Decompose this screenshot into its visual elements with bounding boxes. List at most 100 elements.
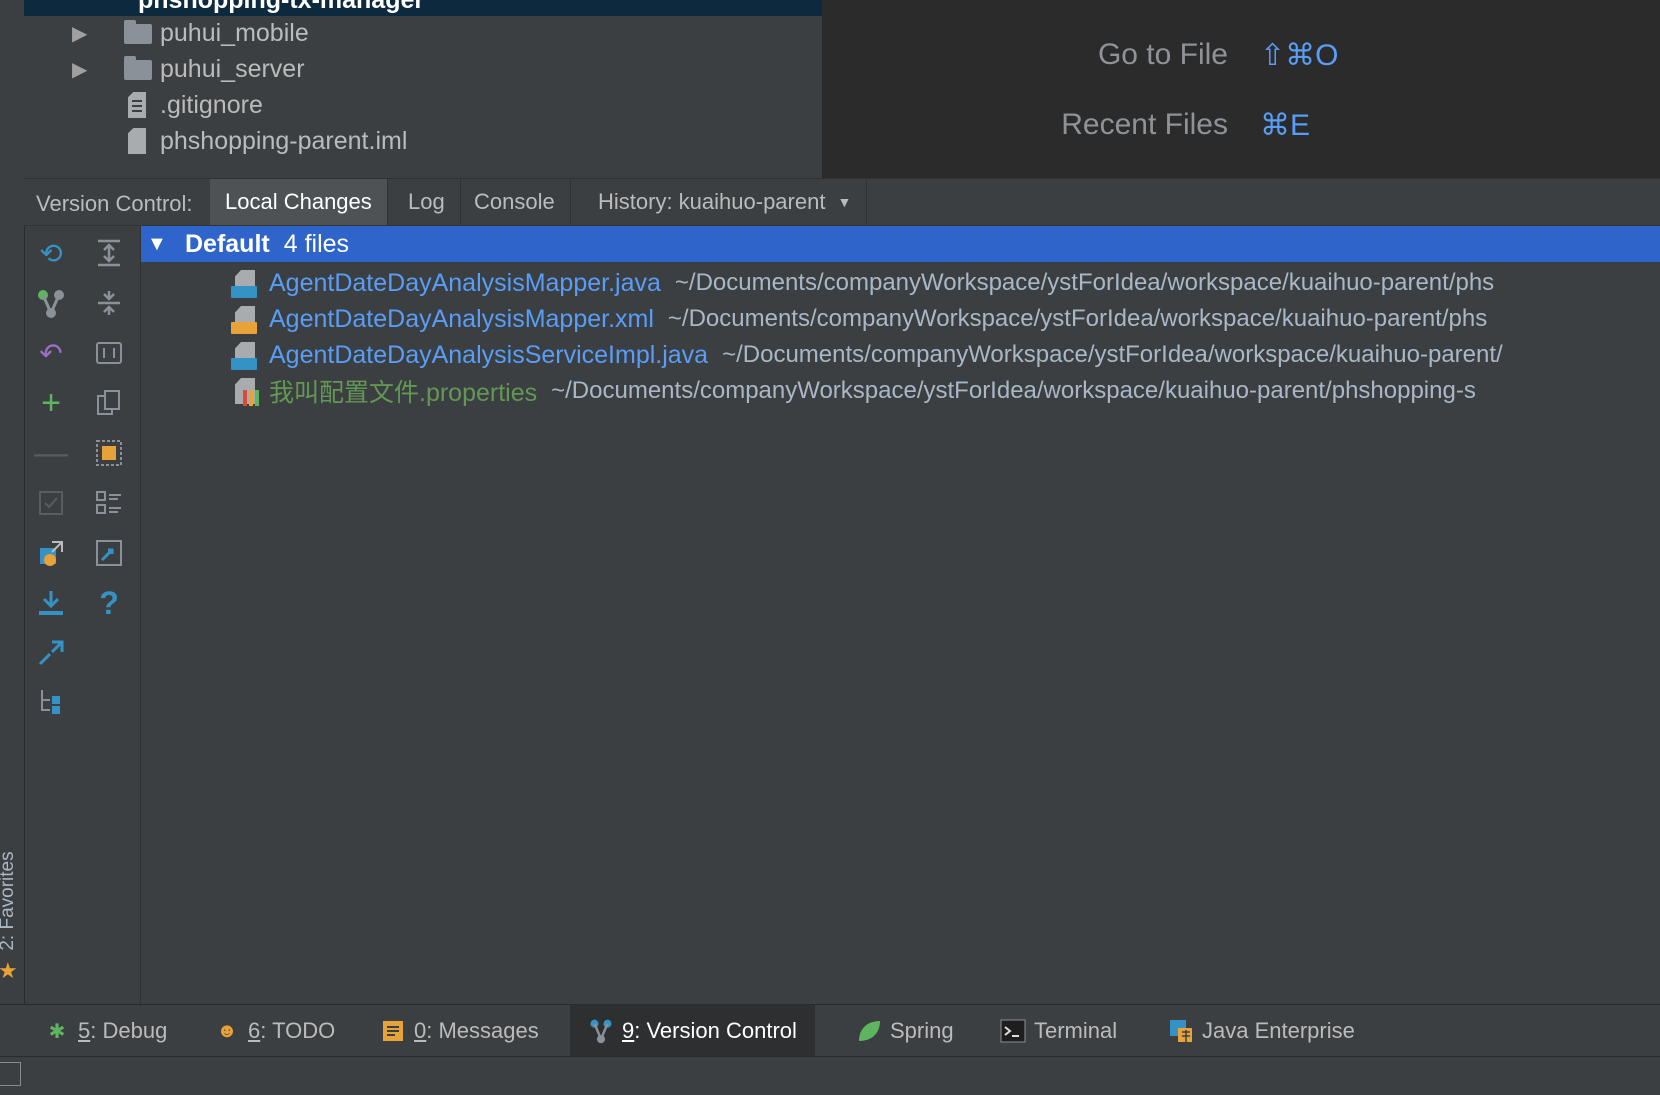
- tab-number: 0: [414, 1018, 427, 1043]
- copy-icon[interactable]: [90, 384, 128, 422]
- tab-label: Terminal: [1034, 1018, 1118, 1043]
- tab-debug[interactable]: ✱ 5: Debug: [44, 1005, 168, 1057]
- group-by-icon[interactable]: [32, 682, 70, 720]
- tab-label: Log: [408, 189, 445, 214]
- left-tool-stripe: 2: Favorites ★: [0, 0, 25, 1004]
- terminal-icon: [1000, 1018, 1026, 1044]
- tab-label: History: kuaihuo-parent: [598, 189, 826, 214]
- file-name: 我叫配置文件.properties: [269, 379, 538, 407]
- tab-todo[interactable]: ☻ 6: TODO: [214, 1005, 335, 1057]
- refresh-icon[interactable]: ⟲: [32, 234, 70, 272]
- hint-shortcut: ⇧⌘O: [1260, 39, 1339, 72]
- properties-file-icon: [231, 376, 261, 406]
- changelist-count: 4 files: [283, 229, 350, 258]
- vcs-icon: [588, 1018, 614, 1044]
- compare-icon[interactable]: [90, 534, 128, 572]
- star-icon: ★: [0, 958, 18, 983]
- tree-item-label: phshopping-tx-manager: [138, 0, 425, 14]
- dropdown-arrow-icon: ▼: [837, 194, 852, 210]
- tree-item-label: puhui_server: [160, 54, 305, 83]
- update-project-icon[interactable]: [32, 584, 70, 622]
- changed-file-row[interactable]: AgentDateDayAnalysisMapper.java ~/Docume…: [231, 264, 1494, 302]
- remove-changelist-icon[interactable]: —: [32, 434, 70, 472]
- vcs-toolbar-primary: ⟲ ↶ + —: [24, 226, 82, 1004]
- favorites-tab[interactable]: 2: Favorites ★: [0, 830, 24, 1000]
- tree-item-gitignore[interactable]: .gitignore: [24, 86, 263, 124]
- todo-icon: ☻: [216, 1019, 238, 1042]
- expand-all-icon[interactable]: [90, 234, 128, 272]
- tab-label: Spring: [890, 1018, 954, 1043]
- new-changelist-icon[interactable]: +: [32, 384, 70, 422]
- folder-icon: [122, 56, 152, 82]
- tab-java-enterprise[interactable]: Java Enterprise: [1168, 1005, 1355, 1057]
- changed-file-row[interactable]: 我叫配置文件.properties ~/Documents/companyWor…: [231, 372, 1476, 410]
- tab-label: : Messages: [426, 1018, 539, 1043]
- tree-item-puhui-server[interactable]: ▶ puhui_server: [24, 50, 305, 88]
- spring-icon: [856, 1018, 882, 1044]
- toggle-tool-windows-icon[interactable]: [0, 1062, 21, 1086]
- hint-label: Go to File: [1097, 38, 1228, 71]
- set-active-changelist-icon[interactable]: [32, 484, 70, 522]
- tree-item-label: phshopping-parent.iml: [160, 126, 408, 155]
- hint-label: Recent Files: [1061, 108, 1228, 141]
- tree-item-puhui-mobile[interactable]: ▶ puhui_mobile: [24, 14, 309, 52]
- java-enterprise-icon: [1168, 1018, 1194, 1044]
- tab-history[interactable]: History: kuaihuo-parent ▼: [583, 179, 868, 225]
- help-icon[interactable]: ?: [90, 584, 128, 622]
- tab-label: Console: [474, 189, 555, 214]
- collapse-all-icon[interactable]: [90, 284, 128, 322]
- local-changes-list: ▼ Default 4 files AgentDateDayAnalysisMa…: [141, 226, 1660, 1004]
- xml-file-icon: [231, 304, 261, 334]
- tree-item-iml[interactable]: phshopping-parent.iml: [24, 122, 407, 160]
- commit-branch-icon[interactable]: [32, 284, 70, 322]
- folder-icon: [122, 20, 152, 46]
- file-name: AgentDateDayAnalysisMapper.java: [269, 268, 661, 297]
- file-path: ~/Documents/companyWorkspace/ystForIdea/…: [551, 377, 1476, 404]
- tab-version-control[interactable]: 9: Version Control: [570, 1005, 815, 1057]
- show-details-icon[interactable]: [90, 484, 128, 522]
- tab-number: 5: [78, 1018, 91, 1043]
- changelist-name: Default: [185, 229, 270, 258]
- vcs-toolbar-secondary: ?: [82, 226, 141, 1004]
- expand-arrow-icon[interactable]: ▶: [72, 21, 92, 46]
- tab-label: : Debug: [90, 1018, 168, 1043]
- tab-label: : TODO: [260, 1018, 336, 1043]
- expand-arrow-icon[interactable]: ▶: [72, 57, 92, 82]
- file-name: AgentDateDayAnalysisMapper.xml: [269, 304, 654, 333]
- status-bar: [0, 1056, 1660, 1095]
- tree-item-label: puhui_mobile: [160, 18, 309, 47]
- file-name: AgentDateDayAnalysisServiceImpl.java: [269, 340, 709, 369]
- tab-label: : Version Control: [634, 1018, 797, 1043]
- show-directories-icon[interactable]: [90, 334, 128, 372]
- tool-window-title: Version Control:: [36, 191, 193, 216]
- tab-label: Java Enterprise: [1202, 1018, 1355, 1043]
- java-file-icon: [231, 340, 261, 370]
- merge-icon[interactable]: [32, 634, 70, 672]
- tab-spring[interactable]: Spring: [856, 1005, 954, 1057]
- tool-window-bar: ✱ 5: Debug ☻ 6: TODO 0: Messages 9: Vers…: [0, 1004, 1660, 1057]
- version-control-header: Version Control: Local Changes Log Conso…: [24, 178, 1660, 226]
- tab-console[interactable]: Console: [459, 179, 571, 225]
- tab-terminal[interactable]: Terminal: [1000, 1005, 1117, 1057]
- editor-empty-state: Go to File ⇧⌘O Recent Files ⌘E: [822, 0, 1660, 178]
- shelve-icon[interactable]: [32, 534, 70, 572]
- tab-local-changes[interactable]: Local Changes: [210, 179, 388, 225]
- file-path: ~/Documents/companyWorkspace/ystForIdea/…: [722, 341, 1503, 368]
- changelist-default[interactable]: ▼ Default 4 files: [141, 226, 1660, 262]
- tab-number: 6: [248, 1018, 261, 1043]
- changed-file-row[interactable]: AgentDateDayAnalysisServiceImpl.java ~/D…: [231, 336, 1503, 374]
- project-tree: phshopping-tx-manager ▶ puhui_mobile ▶ p…: [24, 0, 822, 178]
- preview-diff-icon[interactable]: [90, 434, 128, 472]
- module-file-icon: [122, 128, 152, 154]
- tab-log[interactable]: Log: [393, 179, 461, 225]
- rollback-icon[interactable]: ↶: [32, 334, 70, 372]
- messages-icon: [380, 1018, 406, 1044]
- tab-number: 9: [622, 1018, 635, 1043]
- tab-messages[interactable]: 0: Messages: [380, 1005, 539, 1057]
- collapse-arrow-icon[interactable]: ▼: [147, 233, 177, 256]
- debug-icon: ✱: [48, 1020, 66, 1043]
- tree-item-label: .gitignore: [160, 90, 263, 119]
- java-file-icon: [231, 268, 261, 298]
- file-path: ~/Documents/companyWorkspace/ystForIdea/…: [667, 305, 1488, 332]
- changed-file-row[interactable]: AgentDateDayAnalysisMapper.xml ~/Documen…: [231, 300, 1487, 338]
